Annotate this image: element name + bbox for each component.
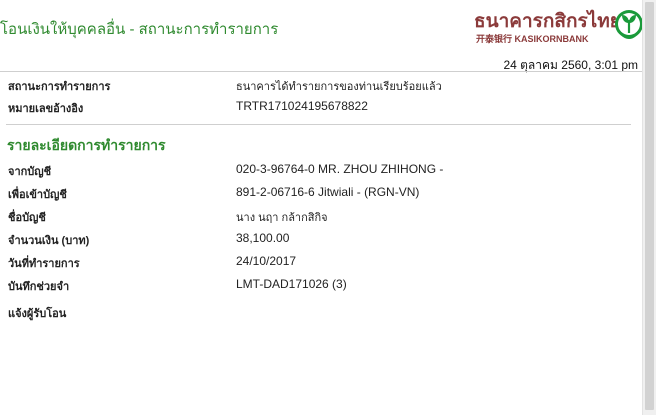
reference-value: TRTR171024195678822 [236, 99, 368, 113]
from-account-value: 020-3-96764-0 MR. ZHOU ZHIHONG - [236, 162, 444, 176]
header-divider [0, 71, 642, 72]
account-name-row: ชื่อบัญชี นาง นฤา กล้ากสิกิจ [8, 208, 628, 226]
from-account-row: จากบัญชี 020-3-96764-0 MR. ZHOU ZHIHONG … [8, 162, 628, 180]
page-title: โอนเงินให้บุคคลอื่น - สถานะการทำรายการ [0, 21, 279, 38]
details-section-title: รายละเอียดการทำรายการ [7, 137, 166, 153]
transaction-date-label: วันที่ทำรายการ [8, 258, 80, 270]
vertical-scrollbar[interactable] [642, 0, 656, 415]
reference-label: หมายเลขอ้างอิง [8, 103, 84, 115]
status-row: สถานะการทำรายการ ธนาคารได้ทำรายการของท่า… [8, 77, 628, 95]
notify-recipient-row: แจ้งผู้รับโอน [8, 304, 628, 322]
section-divider [6, 124, 631, 125]
bank-name-english: 开泰银行 KASIKORNBANK [476, 34, 589, 44]
amount-label: จำนวนเงิน (บาท) [8, 235, 90, 247]
amount-value: 38,100.00 [236, 231, 290, 245]
account-name-label: ชื่อบัญชี [8, 212, 46, 224]
transaction-datetime: 24 ตุลาคม 2560, 3:01 pm [503, 58, 638, 72]
memo-value: LMT-DAD171026 (3) [236, 277, 347, 291]
from-account-label: จากบัญชี [8, 166, 52, 178]
to-account-row: เพื่อเข้าบัญชี 891-2-06716-6 Jitwiali - … [8, 185, 628, 203]
transaction-date-row: วันที่ทำรายการ 24/10/2017 [8, 254, 628, 272]
to-account-value: 891-2-06716-6 Jitwiali - (RGN-VN) [236, 185, 420, 199]
notify-recipient-label: แจ้งผู้รับโอน [8, 308, 67, 320]
status-label: สถานะการทำรายการ [8, 81, 111, 93]
scrollbar-thumb[interactable] [645, 2, 654, 410]
transaction-date-value: 24/10/2017 [236, 254, 297, 268]
reference-row: หมายเลขอ้างอิง TRTR171024195678822 [8, 99, 628, 117]
amount-row: จำนวนเงิน (บาท) 38,100.00 [8, 231, 628, 249]
account-name-value: นาง นฤา กล้ากสิกิจ [236, 212, 328, 224]
status-value: ธนาคารได้ทำรายการของท่านเรียบร้อยแล้ว [236, 81, 442, 93]
kasikornbank-leaf-icon [615, 10, 643, 39]
transfer-status-page: โอนเงินให้บุคคลอื่น - สถานะการทำรายการ ธ… [0, 0, 643, 415]
bank-logo: ธนาคารกสิกรไทย 开泰银行 KASIKORNBANK [474, 4, 643, 50]
to-account-label: เพื่อเข้าบัญชี [8, 189, 67, 201]
memo-row: บันทึกช่วยจำ LMT-DAD171026 (3) [8, 277, 628, 295]
memo-label: บันทึกช่วยจำ [8, 281, 70, 293]
